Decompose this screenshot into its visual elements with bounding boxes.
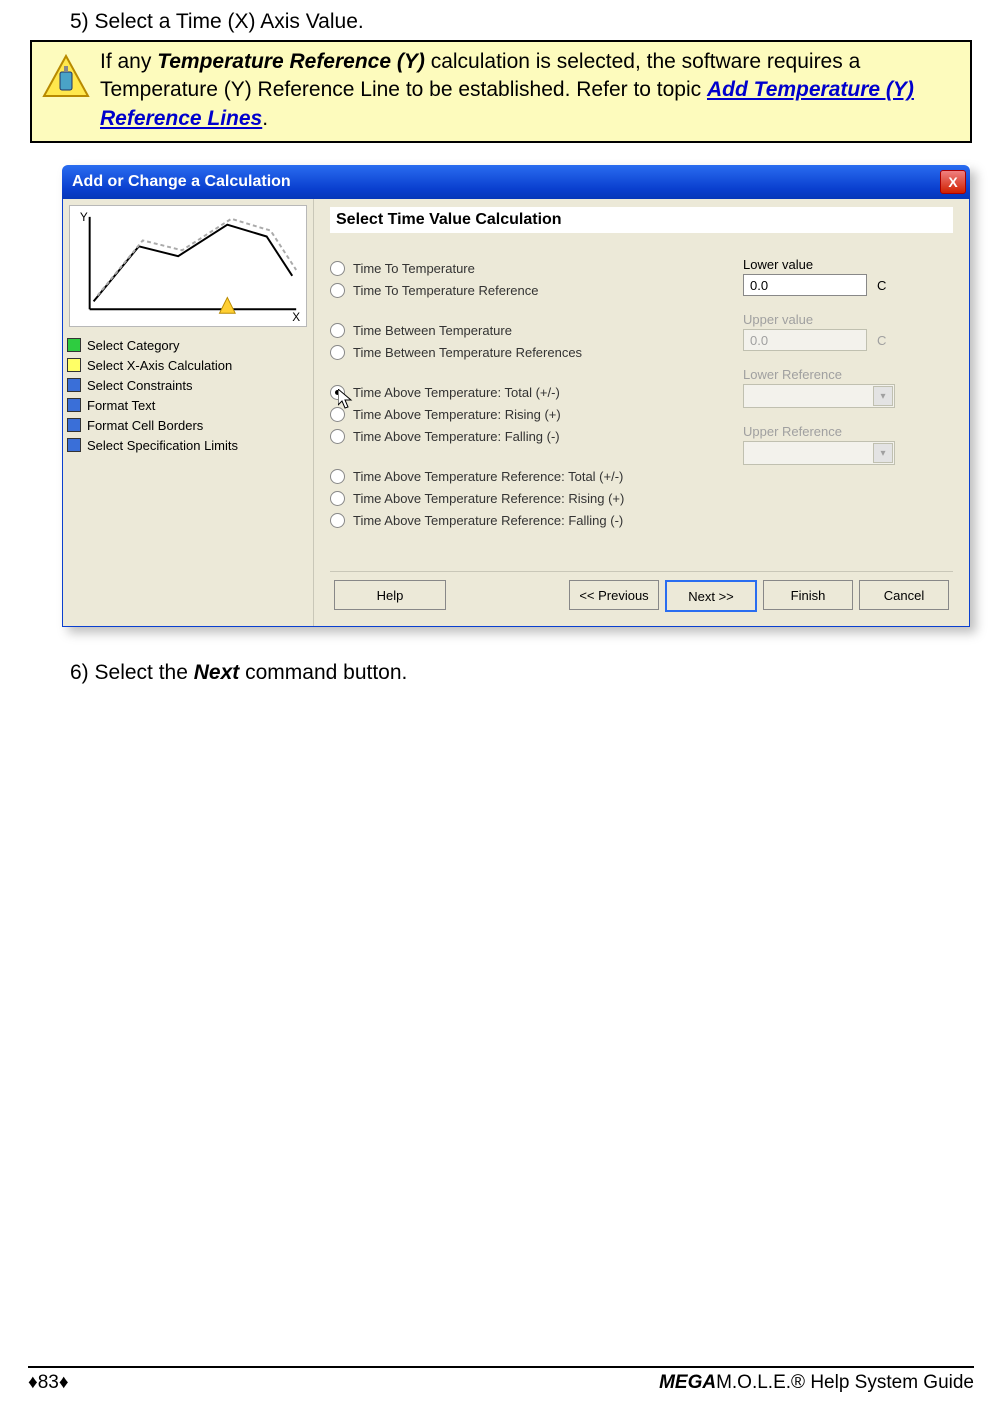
finish-button[interactable]: Finish <box>763 580 853 610</box>
svg-text:Y: Y <box>80 210 88 224</box>
nav-item-xaxis[interactable]: Select X-Axis Calculation <box>67 355 313 375</box>
wizard-nav-list: Select Category Select X-Axis Calculatio… <box>63 333 313 455</box>
radio-time-to-temp[interactable]: Time To Temperature <box>330 257 743 279</box>
nav-item-constraints[interactable]: Select Constraints <box>67 375 313 395</box>
cancel-button[interactable]: Cancel <box>859 580 949 610</box>
square-icon <box>67 338 81 352</box>
svg-text:X: X <box>292 310 300 324</box>
nav-item-spec-limits[interactable]: Select Specification Limits <box>67 435 313 455</box>
lower-value-unit: C <box>877 278 886 293</box>
wizard-nav-pane: Y X Select Category Select X-Axis Calcul… <box>63 199 314 626</box>
radio-time-above-rising[interactable]: Time Above Temperature: Rising (+) <box>330 403 743 425</box>
previous-button[interactable]: << Previous <box>569 580 659 610</box>
wizard-button-row: Help << Previous Next >> Finish Cancel <box>330 571 953 620</box>
nav-item-format-text[interactable]: Format Text <box>67 395 313 415</box>
graph-preview: Y X <box>69 205 307 327</box>
lower-ref-dropdown: ▾ <box>743 384 895 408</box>
dialog-titlebar: Add or Change a Calculation X <box>62 165 970 199</box>
pane-heading: Select Time Value Calculation <box>330 207 953 233</box>
page-footer: ♦83♦ MEGAM.O.L.E.® Help System Guide <box>0 1366 1002 1394</box>
square-icon <box>67 398 81 412</box>
dialog-screenshot: Add or Change a Calculation X Y X <box>62 165 970 627</box>
upper-value-input: 0.0 <box>743 329 867 351</box>
note-text: If any Temperature Reference (Y) calcula… <box>100 48 960 133</box>
lower-value-label: Lower value <box>743 257 953 272</box>
page-number: ♦83♦ <box>28 1372 69 1394</box>
wizard-content-pane: Select Time Value Calculation Time To Te… <box>314 199 969 626</box>
chevron-down-icon: ▾ <box>873 443 893 463</box>
dialog-title: Add or Change a Calculation <box>72 173 940 191</box>
chevron-down-icon: ▾ <box>873 386 893 406</box>
square-icon <box>67 438 81 452</box>
lower-value-input[interactable]: 0.0 <box>743 274 867 296</box>
radio-time-above-falling[interactable]: Time Above Temperature: Falling (-) <box>330 425 743 447</box>
radio-time-above-ref-total[interactable]: Time Above Temperature Reference: Total … <box>330 465 743 487</box>
warning-icon <box>42 52 90 100</box>
step-5-text: 5) Select a Time (X) Axis Value. <box>70 10 972 34</box>
nav-item-category[interactable]: Select Category <box>67 335 313 355</box>
lower-ref-label: Lower Reference <box>743 367 953 382</box>
help-button[interactable]: Help <box>334 580 446 610</box>
square-icon <box>67 378 81 392</box>
radio-time-above-ref-rising[interactable]: Time Above Temperature Reference: Rising… <box>330 487 743 509</box>
upper-ref-label: Upper Reference <box>743 424 953 439</box>
footer-title: MEGAM.O.L.E.® Help System Guide <box>659 1372 974 1394</box>
radio-time-between-temp-ref[interactable]: Time Between Temperature References <box>330 341 743 363</box>
upper-value-unit: C <box>877 333 886 348</box>
upper-value-label: Upper value <box>743 312 953 327</box>
nav-item-format-borders[interactable]: Format Cell Borders <box>67 415 313 435</box>
note-box: If any Temperature Reference (Y) calcula… <box>30 40 972 143</box>
square-icon <box>67 358 81 372</box>
radio-time-above-ref-falling[interactable]: Time Above Temperature Reference: Fallin… <box>330 509 743 531</box>
close-icon[interactable]: X <box>940 170 966 194</box>
upper-ref-dropdown: ▾ <box>743 441 895 465</box>
step-6-text: 6) Select the Next command button. <box>70 661 972 685</box>
radio-time-to-temp-ref[interactable]: Time To Temperature Reference <box>330 279 743 301</box>
next-button[interactable]: Next >> <box>665 580 757 612</box>
square-icon <box>67 418 81 432</box>
radio-time-above-total[interactable]: Time Above Temperature: Total (+/-) <box>330 381 743 403</box>
radio-time-between-temp[interactable]: Time Between Temperature <box>330 319 743 341</box>
